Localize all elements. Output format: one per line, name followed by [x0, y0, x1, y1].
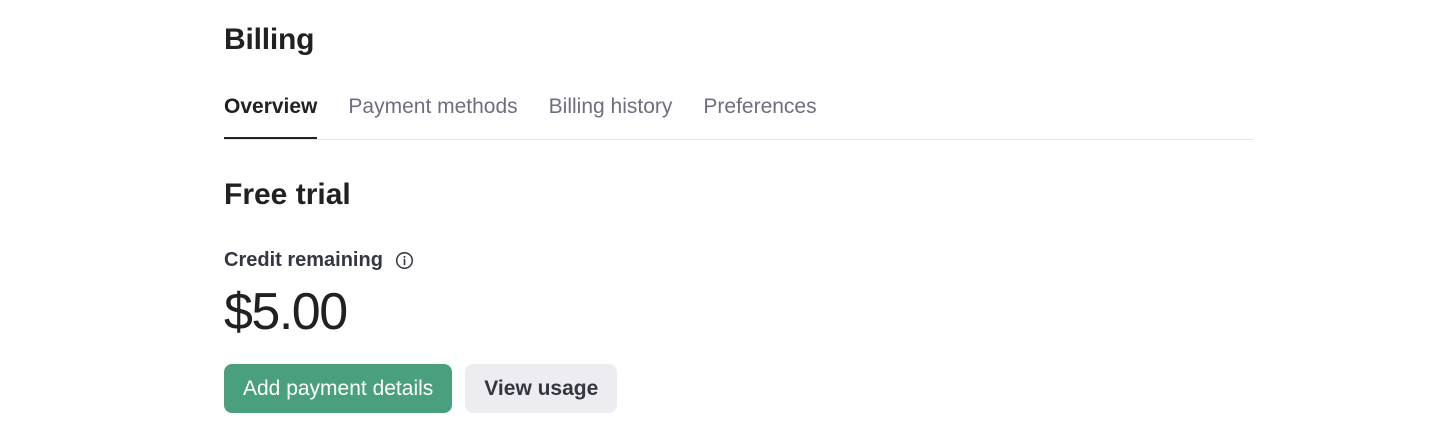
- tab-payment-methods[interactable]: Payment methods: [348, 90, 517, 139]
- plan-title: Free trial: [224, 178, 351, 211]
- billing-tabs: Overview Payment methods Billing history…: [224, 90, 1253, 140]
- tab-billing-history[interactable]: Billing history: [549, 90, 673, 139]
- billing-page: Billing Overview Payment methods Billing…: [0, 0, 1430, 440]
- tab-overview[interactable]: Overview: [224, 90, 318, 139]
- info-icon[interactable]: [395, 250, 415, 270]
- credit-remaining-row: Credit remaining: [224, 246, 415, 274]
- info-icon-glyph: [396, 251, 414, 269]
- credit-amount: $5.00: [224, 283, 348, 341]
- add-payment-details-button[interactable]: Add payment details: [224, 364, 453, 413]
- billing-actions: Add payment details View usage: [224, 364, 618, 413]
- credit-remaining-label: Credit remaining: [224, 249, 383, 271]
- tab-preferences[interactable]: Preferences: [703, 90, 816, 139]
- page-title: Billing: [224, 23, 315, 56]
- view-usage-button[interactable]: View usage: [465, 364, 618, 413]
